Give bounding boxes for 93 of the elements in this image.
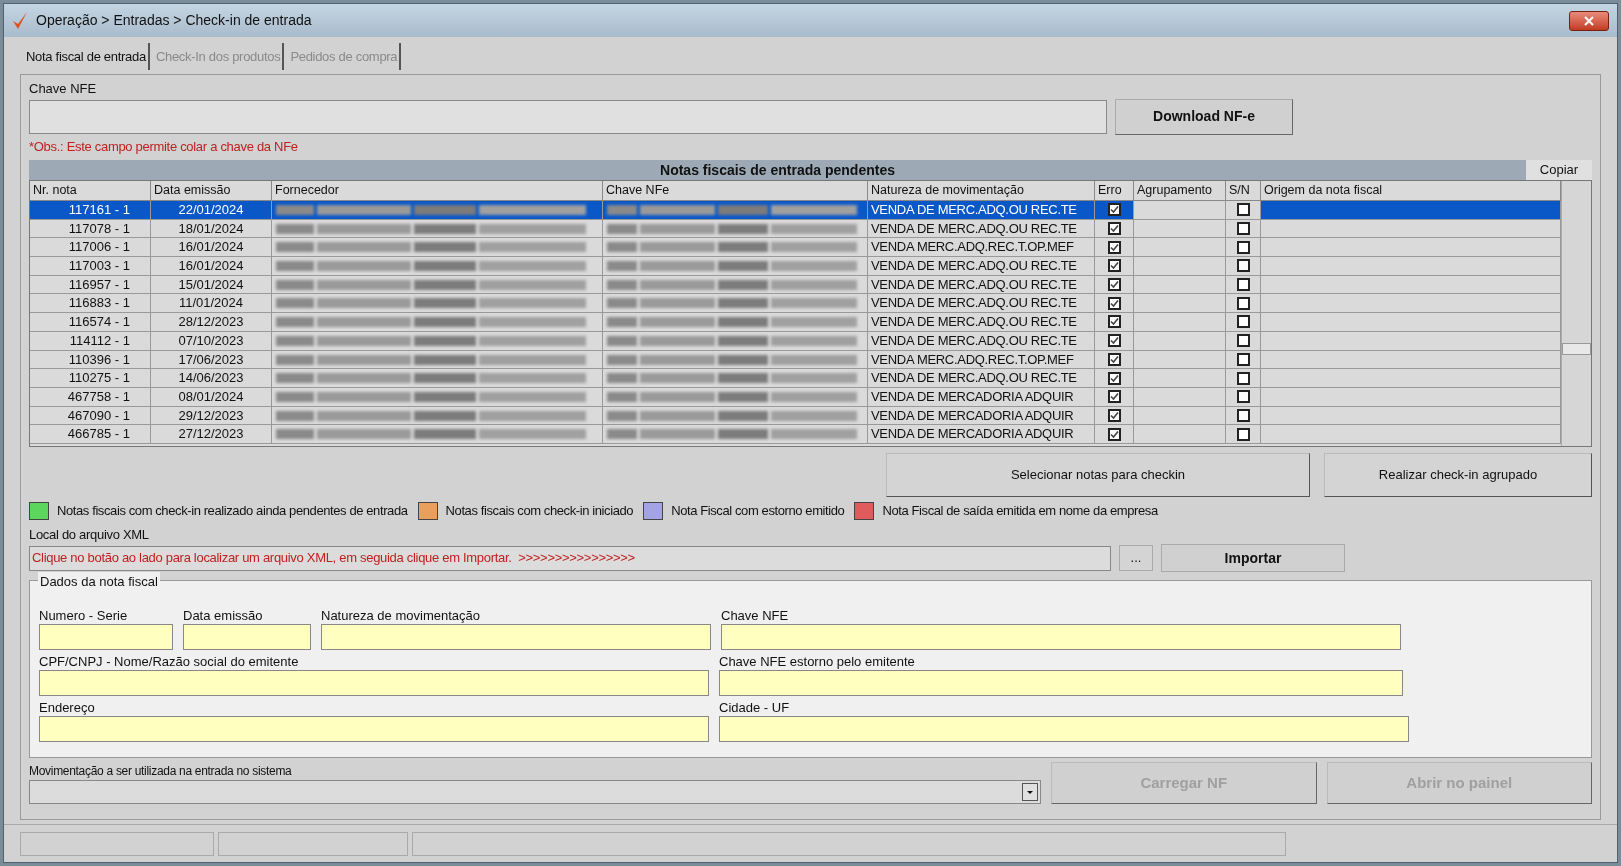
download-button[interactable]: Download NF-e bbox=[1115, 98, 1293, 135]
input-field[interactable] bbox=[321, 624, 711, 650]
scrollbar[interactable] bbox=[1561, 181, 1591, 446]
checkbox[interactable] bbox=[1236, 352, 1250, 366]
table-cell: 22/01/2024 bbox=[151, 201, 272, 220]
checkbox[interactable] bbox=[1107, 278, 1121, 292]
window-title: Operação > Entradas > Check-in de entrada bbox=[36, 11, 312, 30]
field-label: Natureza de movimentação bbox=[321, 607, 481, 624]
grid-title: Notas fiscais de entrada pendentes bbox=[29, 160, 1526, 180]
table-row[interactable]: 117003 - 1 16/01/2024 VENDA DE MERC.ADQ.OU REC.TE bbox=[30, 257, 1561, 276]
field-label: Local do arquivo XML bbox=[29, 525, 150, 544]
table-cell: 27/12/2023 bbox=[151, 425, 272, 444]
dropdown[interactable] bbox=[29, 780, 1041, 804]
checkbox[interactable] bbox=[1236, 408, 1250, 422]
legend-label: Notas fiscais com check-in realizado ainda pendentes de entrada bbox=[57, 502, 408, 520]
table-cell: 08/01/2024 bbox=[151, 387, 272, 407]
field-label: Cidade - UF bbox=[719, 699, 791, 716]
input-field[interactable] bbox=[39, 624, 173, 650]
table-cell: 117003 - 1 bbox=[30, 257, 151, 276]
checkbox[interactable] bbox=[1236, 315, 1250, 329]
field-label: CPF/CNPJ - Nome/Razão social do emitente bbox=[39, 653, 300, 670]
action-button[interactable]: Realizar check-in agrupado bbox=[1324, 453, 1592, 497]
table-cell: VENDA DE MERCADORIA ADQUIR bbox=[868, 387, 1095, 407]
table-cell: VENDA DE MERC.ADQ.OU REC.TE bbox=[868, 201, 1095, 220]
input-field[interactable] bbox=[721, 624, 1401, 650]
table-row[interactable]: 116574 - 1 28/12/2023 VENDA DE MERC.ADQ.OU REC.TE bbox=[30, 313, 1561, 332]
table-row[interactable]: 110275 - 1 14/06/2023 VENDA DE MERC.ADQ.OU REC.TE bbox=[30, 369, 1561, 388]
table-cell: VENDA DE MERC.ADQ.OU REC.TE bbox=[868, 369, 1095, 388]
checkbox[interactable] bbox=[1236, 334, 1250, 348]
checkbox[interactable] bbox=[1107, 334, 1121, 348]
input-field[interactable] bbox=[719, 716, 1409, 742]
input-field[interactable] bbox=[39, 716, 709, 742]
file-path-field[interactable]: Clique no botão ao lado para localizar um arquivo XML, em seguida clique em Importar. >>>>>>>>>>>>>>>> bbox=[29, 545, 1111, 571]
field-label: Data emissão bbox=[183, 607, 264, 624]
tab[interactable]: Nota fiscal de entrada bbox=[24, 42, 150, 70]
table-row[interactable]: 116883 - 1 11/01/2024 VENDA DE MERC.ADQ.OU REC.TE bbox=[30, 294, 1561, 314]
checkbox[interactable] bbox=[1236, 278, 1250, 292]
checkbox[interactable] bbox=[1107, 222, 1121, 236]
legend-label: Nota Fiscal de saída emitida em nome da empresa bbox=[882, 502, 1158, 520]
table-cell: 117161 - 1 bbox=[30, 201, 151, 220]
field-label: Chave NFE estorno pelo emitente bbox=[719, 653, 916, 670]
checkbox[interactable] bbox=[1107, 352, 1121, 366]
import-button[interactable]: Importar bbox=[1161, 544, 1345, 572]
copy-button[interactable]: Copiar bbox=[1526, 160, 1592, 180]
field-label: Chave NFE bbox=[721, 607, 790, 624]
checkbox[interactable] bbox=[1236, 296, 1250, 310]
checkbox[interactable] bbox=[1107, 296, 1121, 310]
close-icon bbox=[1584, 15, 1594, 26]
checkbox[interactable] bbox=[1236, 222, 1250, 236]
input-field[interactable] bbox=[39, 670, 709, 696]
legend-label: Nota Fiscal com estorno emitido bbox=[671, 502, 845, 520]
checkbox[interactable] bbox=[1107, 240, 1121, 254]
note-text: *Obs.: Este campo permite colar a chave da NFe bbox=[29, 137, 299, 156]
table-cell: 28/12/2023 bbox=[151, 313, 272, 332]
checkbox[interactable] bbox=[1236, 203, 1250, 217]
table-cell: 116574 - 1 bbox=[30, 313, 151, 332]
table-cell: 07/10/2023 bbox=[151, 331, 272, 351]
table-row[interactable]: 117161 - 1 22/01/2024 VENDA DE MERC.ADQ.OU REC.TE bbox=[30, 201, 1561, 220]
table-cell: 466785 - 1 bbox=[30, 425, 151, 444]
browse-button[interactable]: ... bbox=[1119, 545, 1153, 571]
checkbox[interactable] bbox=[1107, 203, 1121, 217]
table-cell: VENDA DE MERC.ADQ.OU REC.TE bbox=[868, 313, 1095, 332]
table-cell: 16/01/2024 bbox=[151, 257, 272, 276]
table-cell: VENDA DE MERC.ADQ.OU REC.TE bbox=[868, 331, 1095, 351]
table-cell: VENDA DE MERC.ADQ.OU REC.TE bbox=[868, 257, 1095, 276]
checkbox[interactable] bbox=[1107, 259, 1121, 273]
checkbox[interactable] bbox=[1107, 408, 1121, 422]
checkbox[interactable] bbox=[1236, 259, 1250, 273]
table-cell: 467758 - 1 bbox=[30, 387, 151, 407]
field-label: Chave NFE bbox=[29, 80, 98, 98]
input-field[interactable] bbox=[183, 624, 311, 650]
checkbox[interactable] bbox=[1107, 390, 1121, 404]
action-button[interactable]: Selecionar notas para checkin bbox=[886, 453, 1310, 497]
table-cell: VENDA DE MERCADORIA ADQUIR bbox=[868, 425, 1095, 444]
checkbox[interactable] bbox=[1236, 390, 1250, 404]
table-cell: 14/06/2023 bbox=[151, 369, 272, 388]
field-label: Endereço bbox=[39, 699, 96, 716]
input-field[interactable] bbox=[29, 99, 1107, 134]
field-label: Numero - Serie bbox=[39, 607, 129, 624]
checkbox[interactable] bbox=[1107, 371, 1121, 385]
checkbox[interactable] bbox=[1107, 315, 1121, 329]
field-label: Movimentação a ser utilizada na entrada no sistema bbox=[29, 763, 293, 780]
close-button[interactable] bbox=[1569, 10, 1609, 31]
table-cell: 110275 - 1 bbox=[30, 369, 151, 388]
checkbox[interactable] bbox=[1236, 240, 1250, 254]
table-cell: 114112 - 1 bbox=[30, 331, 151, 351]
checkbox[interactable] bbox=[1236, 371, 1250, 385]
checkbox[interactable] bbox=[1107, 427, 1121, 441]
table-row[interactable]: 466785 - 1 27/12/2023 VENDA DE MERCADORIA ADQUIR bbox=[30, 425, 1561, 444]
input-field[interactable] bbox=[719, 670, 1403, 696]
checkbox[interactable] bbox=[1236, 427, 1250, 441]
table-row[interactable]: 117006 - 1 16/01/2024 VENDA MERC.ADQ.REC.T.OP.MEF bbox=[30, 238, 1561, 258]
legend-label: Notas fiscais com check-in iniciado bbox=[445, 502, 634, 520]
